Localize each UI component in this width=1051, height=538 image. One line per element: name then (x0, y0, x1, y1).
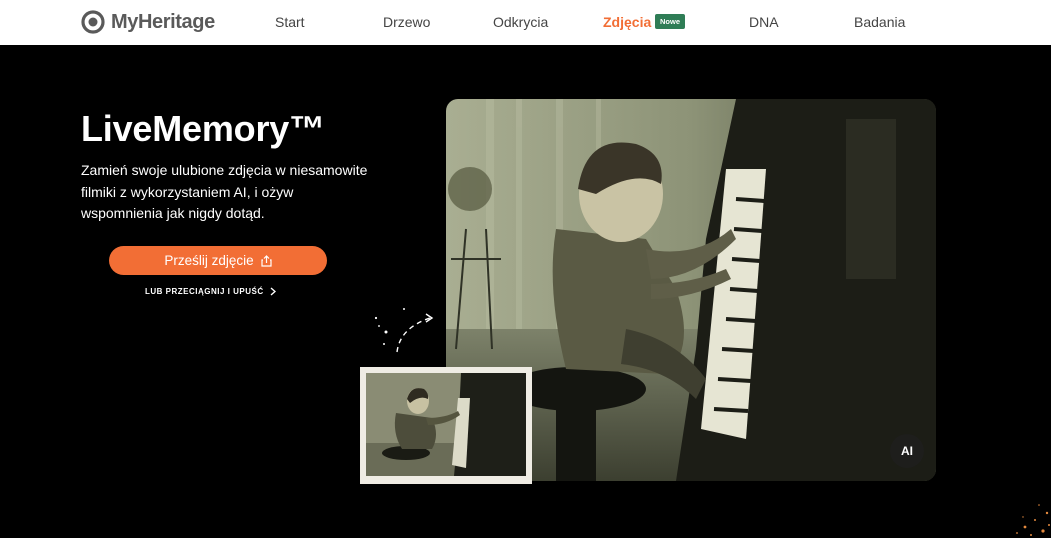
ai-badge: AI (890, 434, 924, 468)
nav-item-dna[interactable]: DNA (749, 14, 779, 30)
upload-photo-button[interactable]: Prześlij zdjęcie (109, 246, 327, 275)
logo[interactable]: MyHeritage (81, 9, 215, 35)
top-nav-bar: MyHeritage Start Drzewo Odkrycia Zdjęcia… (0, 0, 1051, 45)
chevron-right-icon (270, 287, 276, 296)
hero-section: LiveMemory™ Zamień swoje ulubione zdjęci… (0, 45, 1051, 538)
nav-item-odkrycia[interactable]: Odkrycia (493, 14, 548, 30)
original-photo-thumbnail (360, 367, 532, 484)
share-upload-icon (261, 254, 272, 267)
nav-item-badania[interactable]: Badania (854, 14, 905, 30)
hero-description: Zamień swoje ulubione zdjęcia w niesamow… (81, 162, 368, 221)
nav-item-drzewo[interactable]: Drzewo (383, 14, 430, 30)
drag-link-label: LUB PRZECIĄGNIJ I UPUŚĆ (145, 287, 264, 296)
new-badge: Nowe (655, 14, 685, 29)
sparkle-glow-decoration (1016, 504, 1050, 536)
brand-name: MyHeritage (111, 10, 215, 33)
sparkle-arrow-icon (374, 308, 434, 353)
page-title: LiveMemory™ (81, 108, 325, 149)
drag-and-drop-link[interactable]: LUB PRZECIĄGNIJ I UPUŚĆ (145, 287, 276, 296)
nav-item-start[interactable]: Start (275, 14, 305, 30)
upload-button-label: Prześlij zdjęcie (164, 253, 254, 268)
nav-item-zdjecia[interactable]: Zdjęcia (603, 14, 651, 30)
myheritage-logo-icon (81, 10, 105, 34)
